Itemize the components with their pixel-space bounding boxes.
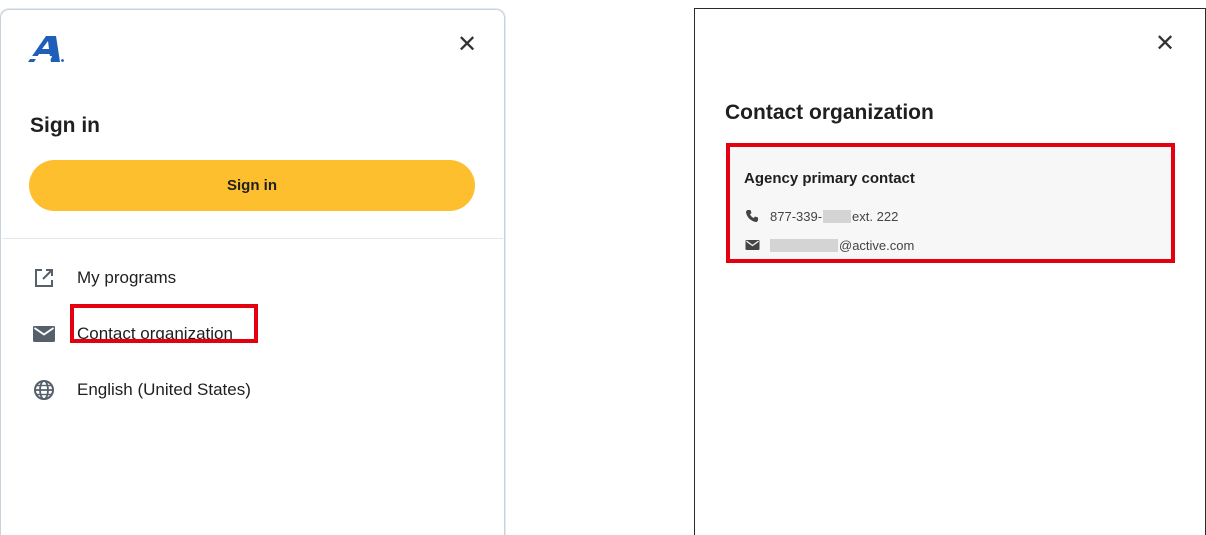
divider (2, 238, 503, 239)
page-title: Contact organization (725, 101, 934, 124)
menu-item-label: My programs (77, 268, 177, 287)
contact-organization-panel: ✕ Contact organization Agency primary co… (694, 8, 1206, 535)
close-icon[interactable]: ✕ (457, 33, 477, 57)
highlight-box (726, 143, 1175, 263)
sign-in-button[interactable]: Sign in (29, 160, 475, 211)
menu-item-language[interactable]: English (United States) (32, 375, 251, 405)
globe-icon (32, 378, 56, 402)
menu-item-contact-organization[interactable]: Contact organization (32, 319, 233, 349)
active-logo-icon[interactable] (26, 32, 66, 66)
external-link-icon (32, 266, 56, 290)
menu-item-label: English (United States) (77, 380, 251, 399)
menu-item-my-programs[interactable]: My programs (32, 263, 176, 293)
page-title: Sign in (30, 114, 100, 137)
sign-in-panel: ✕ Sign in Sign in My programs Contact or… (0, 9, 505, 535)
mail-icon (32, 322, 56, 346)
highlight-box (70, 304, 258, 343)
close-icon[interactable]: ✕ (1155, 32, 1175, 56)
